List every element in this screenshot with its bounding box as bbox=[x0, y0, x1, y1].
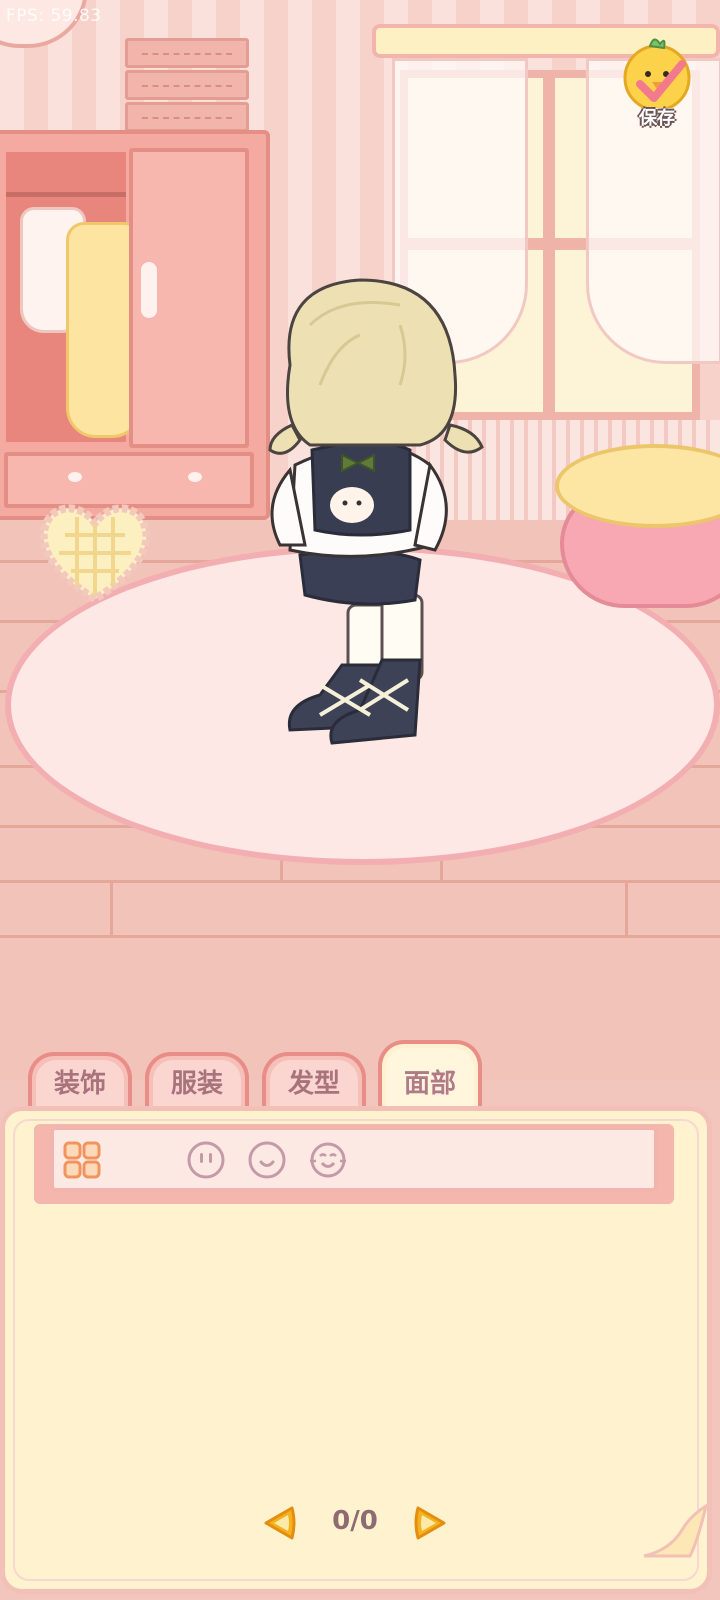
prev-page-arrow-icon[interactable] bbox=[260, 1504, 300, 1542]
fps-counter: FPS: 59.83 bbox=[6, 6, 102, 26]
subcategory-bar bbox=[50, 1126, 658, 1192]
dressing-room-scene: FPS: 59.83 保存 bbox=[0, 0, 720, 1080]
next-page-arrow-icon[interactable] bbox=[410, 1504, 450, 1542]
tab-label: 装饰 bbox=[53, 1069, 106, 1099]
character-avatar[interactable] bbox=[250, 265, 510, 765]
mouth-icon[interactable] bbox=[247, 1140, 287, 1180]
chick-save-icon bbox=[623, 38, 691, 112]
tab-label: 发型 bbox=[287, 1069, 340, 1099]
tab-clothing[interactable]: 服装 bbox=[145, 1052, 249, 1112]
wardrobe bbox=[0, 130, 270, 520]
tab-hairstyle[interactable]: 发型 bbox=[262, 1052, 366, 1112]
page-count: 0/0 bbox=[332, 1506, 378, 1536]
save-button[interactable]: 保存 bbox=[620, 34, 694, 130]
save-label: 保存 bbox=[639, 108, 675, 129]
page-curl-decoration bbox=[643, 1502, 709, 1558]
tab-face[interactable]: 面部 bbox=[378, 1040, 482, 1112]
tab-decoration[interactable]: 装饰 bbox=[28, 1052, 132, 1112]
storage-boxes bbox=[125, 38, 249, 138]
tab-label: 服装 bbox=[170, 1069, 223, 1099]
pager: 0/0 bbox=[250, 1496, 460, 1552]
heart-cushion bbox=[39, 504, 151, 604]
grid-icon[interactable] bbox=[62, 1140, 102, 1180]
eyes-icon[interactable] bbox=[186, 1140, 226, 1180]
face-expression-icon[interactable] bbox=[308, 1140, 348, 1180]
